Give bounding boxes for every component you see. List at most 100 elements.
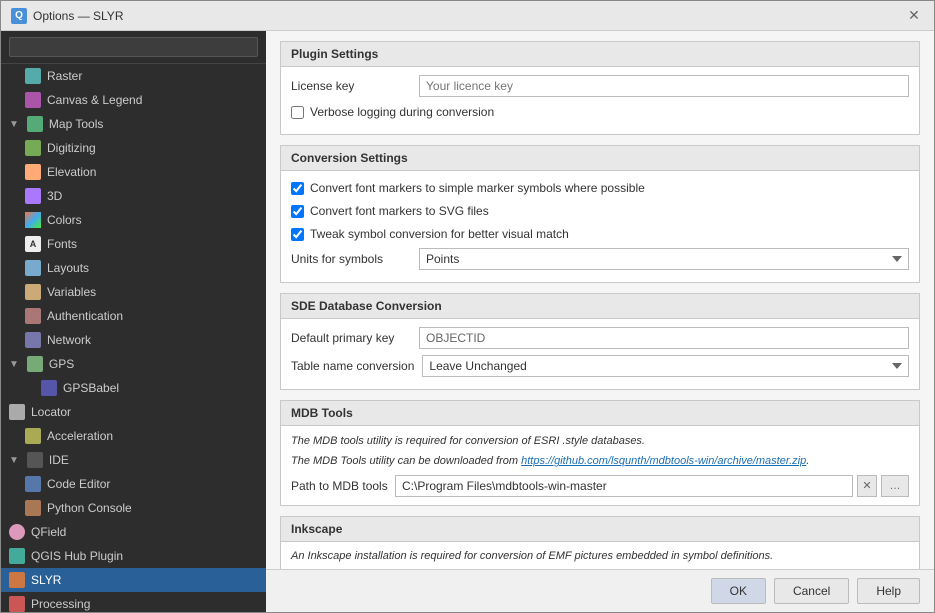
sidebar-item-code-editor[interactable]: Code Editor [1, 472, 266, 496]
sidebar-item-gps-label: GPS [49, 357, 74, 371]
sidebar-item-python-console-label: Python Console [47, 501, 132, 515]
sidebar-item-elevation[interactable]: Elevation [1, 160, 266, 184]
network-icon [25, 332, 41, 348]
gpsbabel-icon [41, 380, 57, 396]
sidebar-item-authentication[interactable]: Authentication [1, 304, 266, 328]
license-key-input[interactable] [419, 75, 909, 97]
sidebar-item-auth-label: Authentication [47, 309, 123, 323]
table-name-select[interactable]: Leave Unchanged Lowercase Uppercase [422, 355, 909, 377]
ide-icon [27, 452, 43, 468]
sidebar-item-python-console[interactable]: Python Console [1, 496, 266, 520]
inkscape-description: An Inkscape installation is required for… [291, 550, 909, 562]
plugin-settings-section: Plugin Settings License key Verbose logg… [280, 41, 920, 135]
sidebar-item-digitizing[interactable]: Digitizing [1, 136, 266, 160]
verbose-logging-checkbox[interactable] [291, 106, 304, 119]
tweak-symbol-row: Tweak symbol conversion for better visua… [291, 225, 909, 243]
variables-icon [25, 284, 41, 300]
bottom-bar: OK Cancel Help [266, 569, 934, 612]
sidebar-item-gpsbabel[interactable]: GPSBabel [1, 376, 266, 400]
qgis-hub-icon [9, 548, 25, 564]
sidebar-item-canvas-label: Canvas & Legend [47, 93, 142, 107]
units-label: Units for symbols [291, 252, 411, 266]
sidebar-item-raster[interactable]: Raster [1, 64, 266, 88]
sde-header: SDE Database Conversion [281, 294, 919, 319]
sidebar-item-colors[interactable]: Colors [1, 208, 266, 232]
sidebar-item-ide[interactable]: ▼ IDE [1, 448, 266, 472]
processing-icon [9, 596, 25, 612]
license-key-row: License key [291, 75, 909, 97]
sidebar-item-locator-label: Locator [31, 405, 71, 419]
3d-icon [25, 188, 41, 204]
sidebar-item-gpsbabel-label: GPSBabel [63, 381, 119, 395]
units-select[interactable]: Points Millimeters Pixels Inches [419, 248, 909, 270]
gps-arrow: ▼ [9, 359, 19, 370]
window-icon: Q [11, 8, 27, 24]
convert-font-svg-checkbox[interactable] [291, 205, 304, 218]
table-name-label: Table name conversion [291, 359, 414, 373]
sidebar-item-processing[interactable]: Processing [1, 592, 266, 612]
close-button[interactable]: ✕ [904, 6, 924, 26]
inkscape-header: Inkscape [281, 517, 919, 542]
cancel-button[interactable]: Cancel [774, 578, 849, 604]
sidebar-item-qfield[interactable]: QField [1, 520, 266, 544]
title-bar: Q Options — SLYR ✕ [1, 1, 934, 31]
title-bar-left: Q Options — SLYR [11, 8, 123, 24]
sidebar-item-qfield-label: QField [31, 525, 66, 539]
sidebar-item-locator[interactable]: Locator [1, 400, 266, 424]
inkscape-body: An Inkscape installation is required for… [281, 542, 919, 569]
digitizing-icon [25, 140, 41, 156]
sidebar-item-canvas[interactable]: Canvas & Legend [1, 88, 266, 112]
convert-font-markers-row: Convert font markers to simple marker sy… [291, 179, 909, 197]
sidebar-item-gps[interactable]: ▼ GPS [1, 352, 266, 376]
sidebar-item-slyr-label: SLYR [31, 573, 61, 587]
sidebar-item-map-tools[interactable]: ▼ Map Tools [1, 112, 266, 136]
convert-font-svg-row: Convert font markers to SVG files [291, 202, 909, 220]
verbose-logging-label: Verbose logging during conversion [310, 105, 494, 119]
sidebar-item-variables[interactable]: Variables [1, 280, 266, 304]
convert-font-markers-label: Convert font markers to simple marker sy… [310, 181, 645, 195]
python-console-icon [25, 500, 41, 516]
panel-content: Plugin Settings License key Verbose logg… [266, 31, 934, 569]
sidebar-item-slyr[interactable]: SLYR [1, 568, 266, 592]
convert-font-markers-checkbox[interactable] [291, 182, 304, 195]
plugin-settings-body: License key Verbose logging during conve… [281, 67, 919, 134]
table-name-row: Table name conversion Leave Unchanged Lo… [291, 355, 909, 377]
sidebar-item-variables-label: Variables [47, 285, 96, 299]
mdb-path-browse-button[interactable]: … [881, 475, 909, 497]
sidebar-item-raster-label: Raster [47, 69, 82, 83]
sidebar-item-qgis-hub[interactable]: QGIS Hub Plugin [1, 544, 266, 568]
sidebar-item-network[interactable]: Network [1, 328, 266, 352]
mdb-path-input[interactable] [395, 475, 853, 497]
sidebar-item-digitizing-label: Digitizing [47, 141, 96, 155]
qfield-icon [9, 524, 25, 540]
search-input[interactable] [9, 37, 258, 57]
sidebar-item-processing-label: Processing [31, 597, 90, 611]
primary-key-label: Default primary key [291, 331, 411, 345]
mdb-path-clear-button[interactable]: ✕ [857, 475, 877, 497]
locator-icon [9, 404, 25, 420]
sidebar-item-layouts-label: Layouts [47, 261, 89, 275]
sidebar-item-3d[interactable]: 3D [1, 184, 266, 208]
layouts-icon [25, 260, 41, 276]
options-window: Q Options — SLYR ✕ Raster Canvas & Legen… [0, 0, 935, 613]
sidebar-item-acceleration-label: Acceleration [47, 429, 113, 443]
mdb-download-link[interactable]: https://github.com/lsqunth/mdbtools-win/… [521, 455, 806, 467]
sidebar-item-layouts[interactable]: Layouts [1, 256, 266, 280]
conversion-settings-section: Conversion Settings Convert font markers… [280, 145, 920, 283]
tweak-symbol-checkbox[interactable] [291, 228, 304, 241]
fonts-icon: A [25, 236, 41, 252]
sidebar-item-map-tools-label: Map Tools [49, 117, 103, 131]
sidebar-item-acceleration[interactable]: Acceleration [1, 424, 266, 448]
sidebar-item-fonts[interactable]: A Fonts [1, 232, 266, 256]
ok-button[interactable]: OK [711, 578, 766, 604]
primary-key-input[interactable] [419, 327, 909, 349]
elevation-icon [25, 164, 41, 180]
code-editor-icon [25, 476, 41, 492]
help-button[interactable]: Help [857, 578, 920, 604]
verbose-logging-row: Verbose logging during conversion [291, 103, 909, 121]
main-content: Raster Canvas & Legend ▼ Map Tools Digit… [1, 31, 934, 612]
primary-key-row: Default primary key [291, 327, 909, 349]
raster-icon [25, 68, 41, 84]
sidebar-item-elevation-label: Elevation [47, 165, 96, 179]
license-key-label: License key [291, 79, 411, 93]
